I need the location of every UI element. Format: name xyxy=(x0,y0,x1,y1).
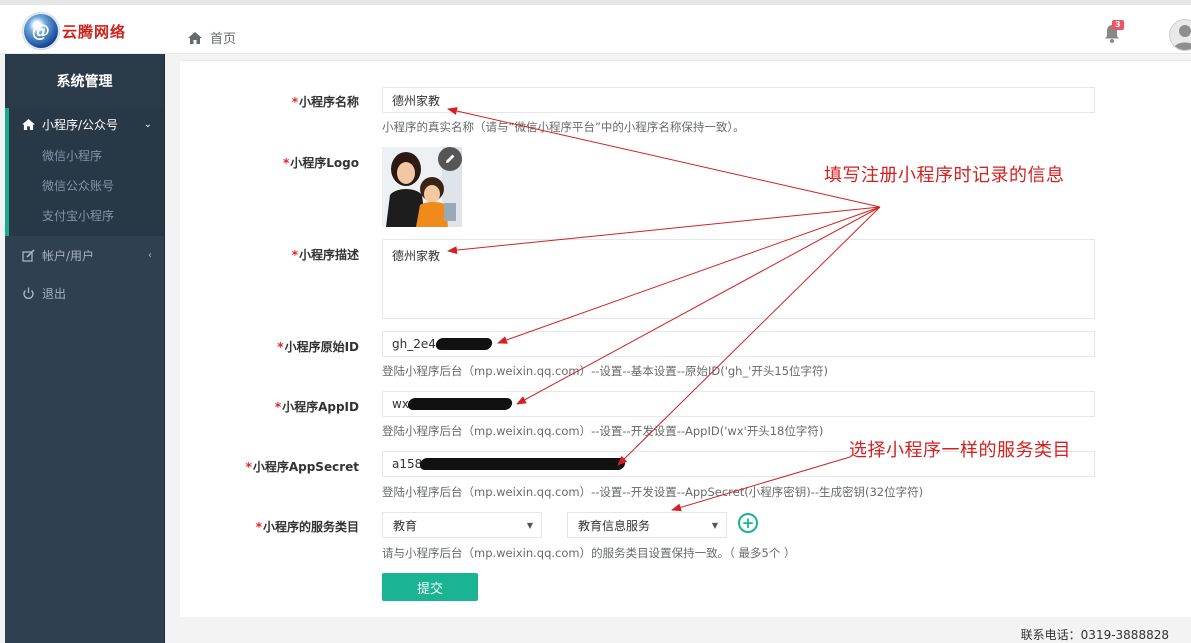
category-secondary-value: 教育信息服务 xyxy=(578,518,651,533)
annotation-fill-info: 填写注册小程序时记录的信息 xyxy=(824,165,1065,186)
sidebar-item-label: 小程序/公众号 xyxy=(42,117,119,132)
name-label: *小程序名称 xyxy=(292,93,359,110)
sidebar-item-account[interactable]: 帐户/用户 ‹ xyxy=(5,236,164,274)
top-navbar: @ 云腾网络 首页 3 xyxy=(0,0,1191,54)
brand-name: 云腾网络 xyxy=(62,22,127,41)
required-mark: * xyxy=(282,156,290,170)
appsecret-label-text: 小程序AppSecret xyxy=(252,460,359,474)
submit-button[interactable]: 提交 xyxy=(382,573,478,601)
required-mark: * xyxy=(291,95,298,109)
sidebar-subitem-alipay-miniprogram[interactable]: 支付宝小程序 xyxy=(9,200,164,230)
redaction-mark xyxy=(406,398,514,410)
name-help: 小程序的真实名称（请与“微信小程序平台”中的小程序名称保持一致）。 xyxy=(382,120,745,134)
appsecret-value: a158 xyxy=(392,457,423,471)
chevron-down-icon: ⌄ xyxy=(143,118,152,130)
original-id-label: *小程序原始ID xyxy=(277,338,359,355)
caret-down-icon: ▼ xyxy=(711,520,718,530)
sidebar-item-miniprogram[interactable]: 小程序/公众号 ⌄ xyxy=(9,108,164,140)
sidebar-subitem-wechat-official-account[interactable]: 微信公众账号 xyxy=(9,170,164,200)
category-label: *小程序的服务类目 xyxy=(256,518,359,535)
caret-down-icon: ▼ xyxy=(526,520,533,530)
breadcrumb-home[interactable]: 首页 xyxy=(210,28,236,47)
edit-icon xyxy=(21,248,35,262)
category-primary-select[interactable]: 教育 ▼ xyxy=(382,512,542,538)
logo-label-text: 小程序Logo xyxy=(290,156,359,170)
globe-logo-icon: @ xyxy=(22,12,60,50)
redaction-mark xyxy=(418,458,627,470)
notification-badge: 3 xyxy=(1112,20,1124,30)
description-label-text: 小程序描述 xyxy=(298,248,359,262)
user-silhouette-icon xyxy=(1173,25,1191,50)
appsecret-help: 登陆小程序后台（mp.weixin.qq.com）--设置--开发设置--App… xyxy=(382,485,924,499)
redaction-mark xyxy=(434,338,494,350)
breadcrumb[interactable]: 首页 xyxy=(188,28,236,47)
name-label-text: 小程序名称 xyxy=(298,95,359,109)
power-icon xyxy=(21,287,35,300)
category-primary-value: 教育 xyxy=(393,518,418,533)
home-icon xyxy=(21,118,35,130)
appid-label-text: 小程序AppID xyxy=(282,400,359,414)
appid-help: 登陆小程序后台（mp.weixin.qq.com）--设置--开发设置--App… xyxy=(382,424,824,438)
appid-label: *小程序AppID xyxy=(275,398,359,415)
name-input[interactable]: 德州家教 xyxy=(382,87,1095,113)
original-id-help: 登陆小程序后台（mp.weixin.qq.com）--设置--基本设置--原始I… xyxy=(382,364,829,378)
user-avatar[interactable] xyxy=(1169,19,1191,51)
required-mark: * xyxy=(245,460,252,474)
sidebar-group-miniprogram: 小程序/公众号 ⌄ 微信小程序 微信公众账号 支付宝小程序 xyxy=(5,108,164,236)
add-category-button[interactable]: + xyxy=(738,513,758,533)
annotation-choose-category: 选择小程序一样的服务类目 xyxy=(849,440,1071,461)
logo-label: *小程序Logo xyxy=(283,154,359,171)
original-id-label-text: 小程序原始ID xyxy=(284,340,359,354)
home-icon xyxy=(188,31,202,44)
description-label: *小程序描述 xyxy=(292,246,359,263)
description-textarea[interactable]: 德州家教 xyxy=(382,239,1095,319)
sidebar-divider xyxy=(164,54,165,643)
sidebar-subitem-wechat-miniprogram[interactable]: 微信小程序 xyxy=(9,140,164,170)
original-id-value: gh_2e4 xyxy=(392,337,436,351)
sidebar-item-logout[interactable]: 退出 xyxy=(5,274,164,312)
sidebar-item-label: 帐户/用户 xyxy=(42,248,95,263)
required-mark: * xyxy=(291,248,298,262)
required-mark: * xyxy=(277,340,284,354)
category-secondary-select[interactable]: 教育信息服务 ▼ xyxy=(567,512,727,538)
sidebar-item-label: 退出 xyxy=(42,286,67,301)
form-panel: *小程序名称 德州家教 小程序的真实名称（请与“微信小程序平台”中的小程序名称保… xyxy=(180,60,1191,617)
required-mark: * xyxy=(274,400,282,414)
category-label-text: 小程序的服务类目 xyxy=(262,520,359,534)
appsecret-label: *小程序AppSecret xyxy=(246,458,359,475)
required-mark: * xyxy=(255,520,262,534)
footer-phone: 联系电话：0319-3888828 xyxy=(1020,628,1169,642)
category-help: 请与小程序后台（mp.weixin.qq.com）的服务类目设置保持一致。（ 最… xyxy=(382,546,796,560)
chevron-left-icon: ‹ xyxy=(148,249,152,261)
sidebar-title: 系统管理 xyxy=(5,54,164,108)
sidebar: 系统管理 小程序/公众号 ⌄ 微信小程序 微信公众账号 支付宝小程序 帐户/用户… xyxy=(5,54,164,643)
pencil-icon[interactable] xyxy=(438,147,462,171)
brand-logo[interactable]: @ 云腾网络 xyxy=(22,11,126,51)
